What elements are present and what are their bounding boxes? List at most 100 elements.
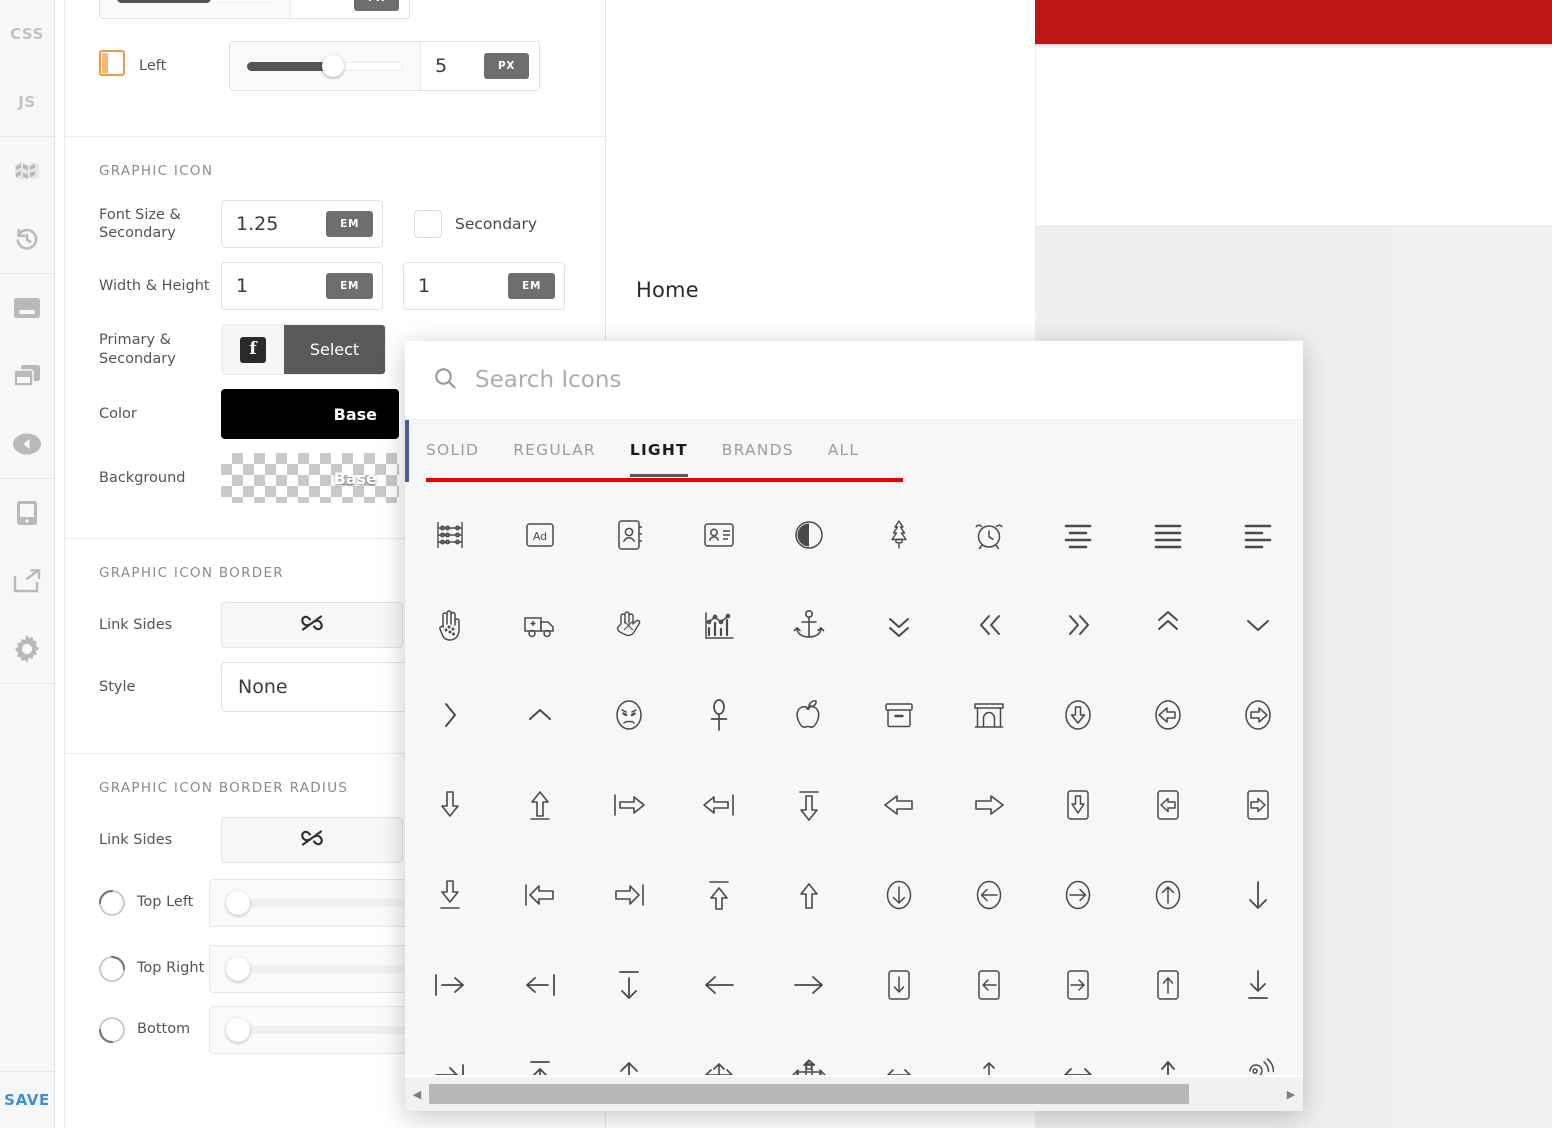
- air-freshener-icon[interactable]: [854, 490, 944, 580]
- tab-brands[interactable]: BRANDS: [722, 441, 794, 461]
- rail-item-responsive[interactable]: [0, 479, 54, 547]
- slider-track[interactable]: [247, 55, 403, 77]
- background-swatch[interactable]: Base: [221, 453, 399, 503]
- arrow-alt-left-icon[interactable]: [854, 760, 944, 850]
- arrow-alt-circle-right-icon[interactable]: [1213, 670, 1303, 760]
- tab-all[interactable]: ALL: [828, 441, 859, 461]
- ankh-icon[interactable]: [674, 670, 764, 760]
- arrow-alt-square-down-icon[interactable]: [1034, 760, 1124, 850]
- icon-chooser[interactable]: f Select: [221, 324, 386, 375]
- arrow-alt-right-icon[interactable]: [944, 760, 1034, 850]
- radius-bottom-knob[interactable]: [226, 1018, 250, 1042]
- angle-double-down-icon[interactable]: [854, 580, 944, 670]
- alarm-clock-icon[interactable]: [944, 490, 1034, 580]
- font-size-field[interactable]: 1.25 EM: [221, 200, 383, 248]
- arrow-to-right-icon[interactable]: [405, 1030, 495, 1075]
- arrow-alt-from-right-icon[interactable]: [674, 760, 764, 850]
- align-left-icon[interactable]: [1213, 490, 1303, 580]
- height-field[interactable]: 1 EM: [403, 262, 565, 310]
- rail-item-layers[interactable]: [0, 342, 54, 410]
- rail-item-preview[interactable]: [0, 547, 54, 615]
- arrow-right-icon[interactable]: [764, 940, 854, 1030]
- angle-double-left-icon[interactable]: [944, 580, 1034, 670]
- arrow-alt-from-left-icon[interactable]: [585, 760, 675, 850]
- tab-solid[interactable]: SOLID: [426, 441, 479, 461]
- width-unit[interactable]: EM: [326, 273, 373, 299]
- tab-light[interactable]: LIGHT: [629, 441, 688, 477]
- slider-knob[interactable]: [321, 55, 344, 77]
- arrow-alt-circle-left-icon[interactable]: [1123, 670, 1213, 760]
- arrow-alt-to-right-icon[interactable]: [585, 850, 675, 940]
- arrows-alt-icon[interactable]: [764, 1030, 854, 1075]
- rail-item-history[interactable]: [0, 205, 54, 273]
- left-spacing-slider[interactable]: [230, 42, 421, 90]
- radius-link-sides-button[interactable]: [221, 817, 403, 863]
- arrow-from-left-icon[interactable]: [405, 940, 495, 1030]
- radius-top-right-knob[interactable]: [226, 957, 250, 981]
- arrow-square-right-icon[interactable]: [1034, 940, 1124, 1030]
- rail-item-collapse[interactable]: [0, 410, 54, 478]
- arrow-alt-from-bottom-icon[interactable]: [495, 760, 585, 850]
- address-book-icon[interactable]: [585, 490, 675, 580]
- address-card-icon[interactable]: [674, 490, 764, 580]
- icon-grid-horizontal-scrollbar[interactable]: ◀ ▶: [405, 1077, 1303, 1111]
- arrow-alt-up-icon[interactable]: [764, 850, 854, 940]
- arrow-circle-down-icon[interactable]: [854, 850, 944, 940]
- scrollbar-thumb[interactable]: [429, 1084, 1189, 1104]
- assistive-listening-icon[interactable]: [1213, 1030, 1303, 1075]
- archway-icon[interactable]: [944, 670, 1034, 760]
- scroll-left-arrow-icon[interactable]: ◀: [405, 1088, 429, 1101]
- secondary-checkbox[interactable]: [414, 210, 442, 238]
- arrow-to-bottom-icon[interactable]: [1213, 940, 1303, 1030]
- arrow-to-top-icon[interactable]: [495, 1030, 585, 1075]
- select-icon-button[interactable]: Select: [284, 325, 385, 374]
- american-sign-language-icon[interactable]: [585, 580, 675, 670]
- rail-item-js[interactable]: JS: [0, 68, 54, 136]
- adjust-icon[interactable]: [764, 490, 854, 580]
- scroll-right-arrow-icon[interactable]: ▶: [1279, 1088, 1303, 1101]
- color-swatch[interactable]: Base: [221, 389, 399, 439]
- arrow-alt-circle-down-icon[interactable]: [1034, 670, 1124, 760]
- arrow-square-left-icon[interactable]: [944, 940, 1034, 1030]
- arrows-h-icon[interactable]: [854, 1030, 944, 1075]
- arrow-alt-square-right-icon[interactable]: [1213, 760, 1303, 850]
- width-field[interactable]: 1 EM: [221, 262, 383, 310]
- archive-icon[interactable]: [854, 670, 944, 760]
- arrow-left-icon[interactable]: [674, 940, 764, 1030]
- secondary-checkbox-wrap[interactable]: Secondary: [401, 210, 537, 238]
- arrow-up-icon[interactable]: [585, 1030, 675, 1075]
- arrow-circle-right-icon[interactable]: [1034, 850, 1124, 940]
- ambulance-icon[interactable]: [495, 580, 585, 670]
- arrow-alt-to-left-icon[interactable]: [495, 850, 585, 940]
- abacus-icon[interactable]: [405, 490, 495, 580]
- analytics-icon[interactable]: [674, 580, 764, 670]
- arrow-alt-to-top-icon[interactable]: [674, 850, 764, 940]
- arrow-from-right-icon[interactable]: [495, 940, 585, 1030]
- arrow-alt-square-left-icon[interactable]: [1123, 760, 1213, 850]
- angry-icon[interactable]: [585, 670, 675, 760]
- font-size-unit[interactable]: EM: [326, 211, 373, 237]
- arrow-circle-up-icon[interactable]: [1123, 850, 1213, 940]
- arrow-alt-to-bottom-icon[interactable]: [405, 850, 495, 940]
- tab-regular[interactable]: REGULAR: [513, 441, 596, 461]
- arrow-up-long-icon[interactable]: [1123, 1030, 1213, 1075]
- angle-right-icon[interactable]: [405, 670, 495, 760]
- radius-top-left-knob[interactable]: [226, 891, 250, 915]
- height-unit[interactable]: EM: [508, 273, 555, 299]
- align-center-icon[interactable]: [1034, 490, 1124, 580]
- angle-double-up-icon[interactable]: [1123, 580, 1213, 670]
- save-button[interactable]: SAVE: [0, 1071, 54, 1128]
- rail-item-header-block[interactable]: [0, 274, 54, 342]
- arrows-alt-h-icon[interactable]: [674, 1030, 764, 1075]
- border-link-sides-button[interactable]: [221, 602, 403, 648]
- search-input[interactable]: [473, 366, 1177, 394]
- arrow-down-icon[interactable]: [1213, 850, 1303, 940]
- rail-item-selector[interactable]: [0, 137, 54, 205]
- arrow-from-top-icon[interactable]: [585, 940, 675, 1030]
- anchor-icon[interactable]: [764, 580, 854, 670]
- arrow-alt-from-top-icon[interactable]: [764, 760, 854, 850]
- angle-up-icon[interactable]: [495, 670, 585, 760]
- arrows-v-icon[interactable]: [944, 1030, 1034, 1075]
- angle-double-right-icon[interactable]: [1034, 580, 1124, 670]
- arrow-square-down-icon[interactable]: [854, 940, 944, 1030]
